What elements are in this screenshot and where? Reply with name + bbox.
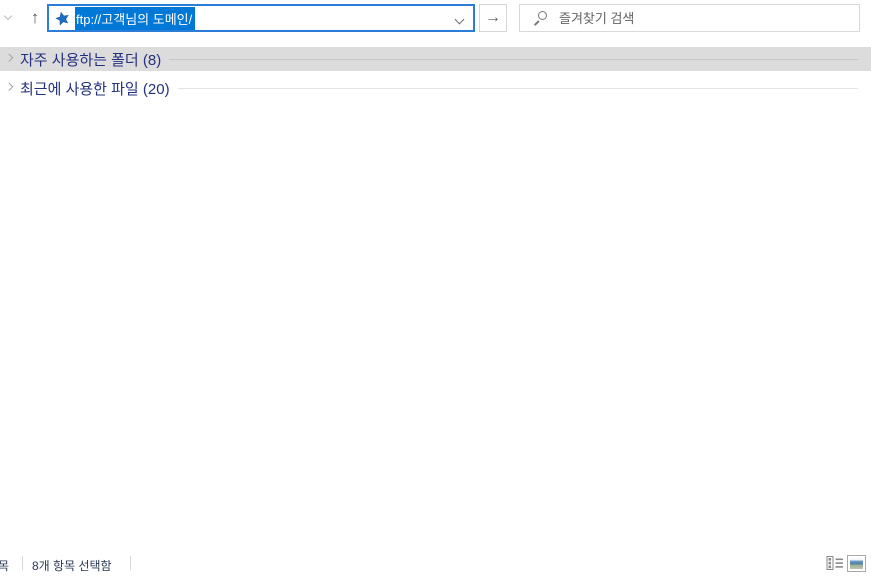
content-area	[0, 100, 871, 545]
status-divider	[130, 556, 131, 570]
explorer-window: ↑ ftp://고객님의 도메인/ → 자주 사용하는 폴더 (8)	[0, 0, 871, 577]
address-bar[interactable]: ftp://고객님의 도메인/	[47, 4, 475, 32]
details-view-button[interactable]	[826, 555, 844, 571]
go-to-address-button[interactable]: →	[479, 4, 507, 32]
up-arrow-icon: ↑	[30, 8, 40, 27]
large-thumbnails-view-button[interactable]	[847, 555, 866, 572]
selection-count-text: 8개 항목 선택함	[32, 559, 112, 573]
quick-access-star-icon	[55, 11, 69, 25]
item-count-partial-text: 목	[0, 559, 10, 573]
search-input[interactable]	[559, 10, 859, 26]
recent-locations-dropdown-icon[interactable]	[3, 11, 15, 22]
chevron-down-icon	[454, 14, 465, 25]
group-header-recent-files[interactable]: 최근에 사용한 파일 (20)	[0, 77, 871, 99]
group-divider	[169, 58, 858, 60]
up-one-level-button[interactable]: ↑	[24, 4, 46, 32]
chevron-down-icon	[3, 11, 13, 21]
chevron-right-icon[interactable]	[4, 82, 15, 93]
address-input-selected-text[interactable]: ftp://고객님의 도메인/	[75, 6, 196, 30]
chevron-right-icon[interactable]	[4, 53, 15, 64]
group-label[interactable]: 자주 사용하는 폴더 (8)	[20, 49, 161, 70]
group-header-frequent-folders[interactable]: 자주 사용하는 폴더 (8)	[0, 47, 871, 71]
right-arrow-icon: →	[485, 9, 501, 26]
search-icon	[533, 11, 549, 25]
status-divider	[22, 556, 23, 570]
search-box[interactable]	[519, 4, 860, 32]
group-label[interactable]: 최근에 사용한 파일 (20)	[20, 78, 170, 99]
status-bar: 목 8개 항목 선택함	[0, 551, 871, 577]
group-divider	[177, 87, 858, 89]
address-dropdown-button[interactable]	[453, 14, 467, 25]
